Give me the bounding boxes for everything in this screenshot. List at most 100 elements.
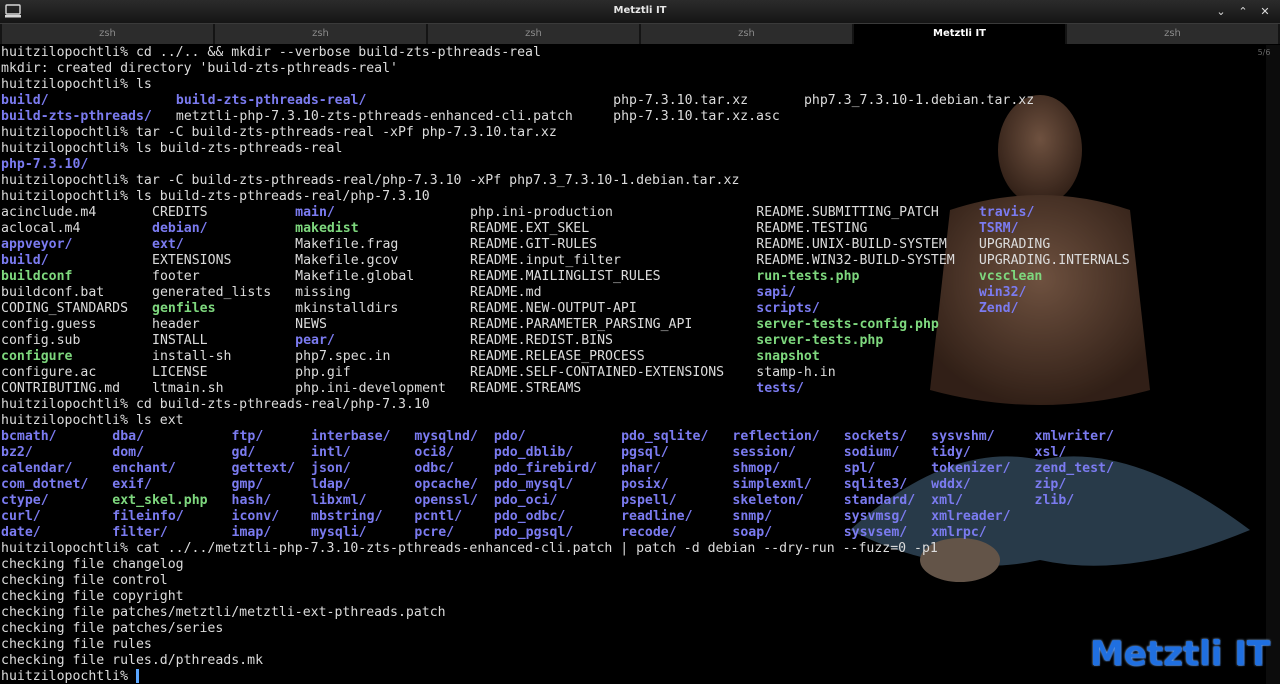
directory-entry: soap/ [732,525,773,540]
directory-entry: xmlwriter/ [1034,429,1114,444]
terminal-text: huitzilopochtli% tar -C build-zts-pthrea… [1,173,740,188]
window-title: Metztli IT [613,5,667,16]
terminal-text: missing [295,285,351,300]
terminal-text: aclocal.m4 [1,221,81,236]
terminal-line: huitzilopochtli% cat ../../metztli-php-7… [1,541,1263,557]
terminal-text: metztli-php-7.3.10-zts-pthreads-enhanced… [175,109,573,124]
terminal-text: checking file changelog [1,557,184,572]
terminal-text: LICENSE [152,365,208,380]
directory-entry: pcntl/ [414,509,463,524]
terminal-line: build/EXTENSIONS Makefile.gcov README.inpu… [1,253,1263,269]
tab-6[interactable]: zsh [1067,24,1278,44]
directory-entry: build-zts-pthreads-real/ [175,93,367,108]
terminal-line: huitzilopochtli% tar -C build-zts-pthrea… [1,125,1263,141]
terminal-text: README.SELF-CONTAINED-EXTENSIONS [470,365,725,380]
directory-entry: debian/ [152,221,208,236]
directory-entry: gd/ [231,445,256,460]
terminal-text: README.STREAMS [470,381,582,396]
terminal-line: build-zts-pthreads/metztli-php-7.3.10-zt… [1,109,1263,125]
terminal-text: huitzilopochtli% tar -C build-zts-pthrea… [1,125,557,140]
tab-3[interactable]: zsh [428,24,639,44]
terminal-line: huitzilopochtli% [1,669,1263,684]
directory-entry: zend_test/ [1034,461,1114,476]
terminal-line: huitzilopochtli% ls ext [1,413,1263,429]
directory-entry: imap/ [231,525,272,540]
executable-entry: run-tests.php [756,269,860,284]
directory-entry: pdo_odbc/ [493,509,566,524]
directory-entry: recode/ [621,525,677,540]
terminal-text: huitzilopochtli% cd build-zts-pthreads-r… [1,397,430,412]
directory-entry: skeleton/ [732,493,804,508]
terminal-text: buildconf.bat [1,285,105,300]
terminal-line: build/build-zts-pthreads-real/php-7.3.10… [1,93,1263,109]
executable-entry: genfiles [152,301,216,316]
terminal-text: mkinstalldirs [295,301,399,316]
terminal-text: checking file patches/series [1,621,224,636]
directory-entry: intl/ [311,445,351,460]
terminal-line: bcmath/dba/ftp/interbase/mysqlnd/pdo/pdo… [1,429,1263,445]
terminal-text: README.REDIST.BINS [470,333,613,348]
directory-entry: pdo_dblib/ [493,445,574,460]
directory-entry: zip/ [1034,477,1067,492]
directory-entry: filter/ [112,525,168,540]
terminal-line: com_dotnet/exif/gmp/ldap/opcache/pdo_mys… [1,477,1263,493]
executable-entry: snapshot [756,349,820,364]
terminal-line: huitzilopochtli% cd ../.. && mkdir --ver… [1,45,1263,61]
terminal-text: Makefile.frag [295,237,399,252]
directory-entry: sysvsem/ [843,525,908,540]
tab-2[interactable]: zsh [215,24,426,44]
terminal-line: checking file patches/series [1,621,1263,637]
terminal-text: acinclude.m4 [1,205,97,220]
directory-entry: iconv/ [231,509,280,524]
directory-entry: pgsql/ [621,445,669,460]
terminal-text: footer [152,269,200,284]
directory-entry: wddx/ [931,477,971,492]
directory-entry: build-zts-pthreads/ [1,109,152,124]
executable-entry: ext_skel.php [112,493,208,508]
directory-entry: json/ [311,461,351,476]
directory-entry: shmop/ [732,461,781,476]
directory-entry: com_dotnet/ [1,477,89,492]
terminal-line: huitzilopochtli% ls [1,77,1263,93]
executable-entry: server-tests.php [756,333,884,348]
directory-entry: pdo_firebird/ [493,461,598,476]
terminal-text: huitzilopochtli% cat ../../metztli-php-7… [1,541,938,556]
directory-entry: ext/ [152,237,184,252]
directory-entry: pdo_oci/ [493,493,558,508]
close-icon[interactable]: ✕ [1257,4,1273,20]
directory-entry: pdo_sqlite/ [621,429,709,444]
terminal-text: php.ini-development [295,381,446,396]
directory-entry: xml/ [931,493,963,508]
maximize-icon[interactable]: ⌃ [1235,4,1251,20]
tab-1[interactable]: zsh [2,24,213,44]
terminal-line: config.sub INSTALL pear/README.REDIST.BINS… [1,333,1263,349]
terminal-output[interactable]: huitzilopochtli% cd ../.. && mkdir --ver… [1,45,1263,684]
terminal-text: checking file patches/metztli/metztli-ex… [1,605,446,620]
directory-entry: ldap/ [311,477,351,492]
terminal-line: checking file rules.d/pthreads.mk [1,653,1263,669]
directory-entry: standard/ [843,493,916,508]
scrollbar[interactable] [1266,45,1280,684]
directory-entry: travis/ [978,205,1035,220]
terminal-text: huitzilopochtli% [1,669,136,684]
directory-entry: fileinfo/ [112,509,184,524]
chevron-down-icon[interactable]: ⌄ [1213,4,1229,20]
terminal-line: buildconf footer Makefile.global README.MAI… [1,269,1263,285]
directory-entry: ftp/ [231,429,264,444]
terminal-line: mkdir: created directory 'build-zts-pthr… [1,61,1263,77]
terminal-text: NEWS [295,317,327,332]
terminal-line: CODING_STANDARDS genfiles mkinstalldirs REA… [1,301,1263,317]
tab-4[interactable]: zsh [641,24,852,44]
directory-entry: simplexml/ [732,477,812,492]
terminal-text: README.UNIX-BUILD-SYSTEM [756,237,947,252]
directory-entry: opcache/ [414,477,478,492]
directory-entry: session/ [732,445,796,460]
directory-entry: mysqli/ [311,525,367,540]
terminal-line: aclocal.m4 debian/makedist README.EXT_SKEL… [1,221,1263,237]
directory-entry: sockets/ [843,429,908,444]
directory-entry: build/ [1,93,49,108]
executable-entry: makedist [295,221,359,236]
terminal-text: install-sh [152,349,232,364]
terminal-line: huitzilopochtli% ls build-zts-pthreads-r… [1,141,1263,157]
tab-5[interactable]: Metztli IT [854,24,1065,44]
